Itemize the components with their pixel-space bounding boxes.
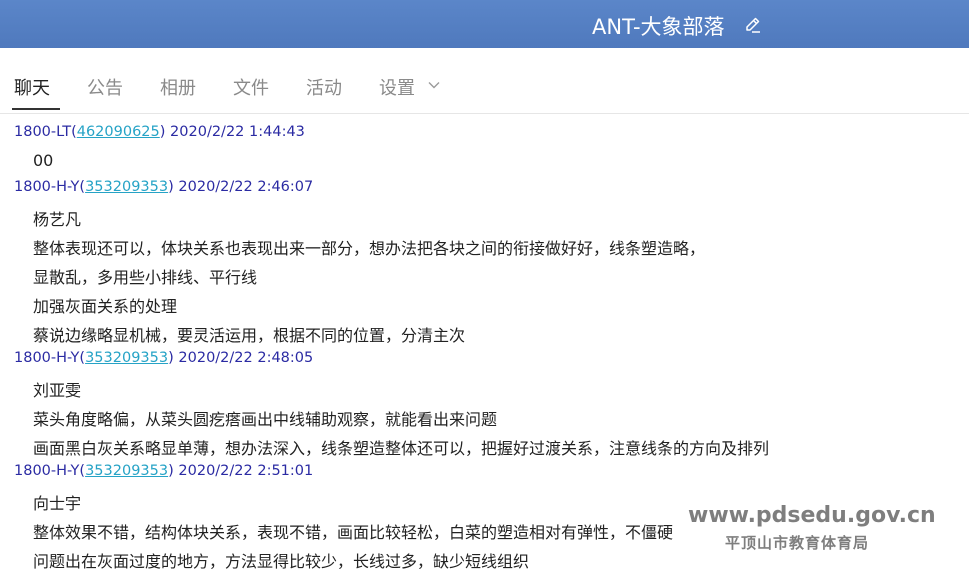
message-time: 2020/2/22 1:44:43	[170, 124, 305, 140]
sender-close-paren: )	[159, 124, 166, 140]
tab-announcements[interactable]: 公告	[87, 74, 123, 100]
sender-qq-link[interactable]: 353209353	[85, 179, 168, 195]
message-time: 2020/2/22 2:48:05	[178, 350, 314, 366]
sender-close-paren: )	[168, 463, 174, 479]
sender-name: 1800-H-Y(	[14, 350, 86, 366]
message-line: 加强灰面关系的处理	[33, 297, 178, 316]
message-line: 整体表现还可以，体块关系也表现出来一部分，想办法把各块之间的衔接做好好，线条塑造…	[33, 239, 706, 258]
sender-name: 1800-H-Y(	[14, 463, 86, 479]
message-line: 画面黑白灰关系略显单薄，想办法深入，线条塑造整体还可以，把握好过渡关系，注意线条…	[33, 439, 770, 458]
message-line: 向士宇	[33, 494, 82, 513]
message-line: 刘亚雯	[33, 381, 82, 400]
message-header: 1800-H-Y(353209353) 2020/2/22 2:46:07	[14, 179, 313, 195]
message-time: 2020/2/22 2:51:01	[178, 463, 314, 479]
title-bar: ANT-大象部落	[0, 0, 969, 48]
message-line: 问题出在灰面过度的地方，方法显得比较少，长线过多，缺少短线组织	[33, 552, 530, 571]
watermark: www.pdsedu.gov.cn 平顶山市教育体育局	[688, 503, 936, 563]
tab-settings[interactable]: 设置	[379, 74, 415, 100]
tab-activities[interactable]: 活动	[306, 74, 342, 100]
sender-qq-link[interactable]: 353209353	[85, 463, 168, 479]
watermark-org: 平顶山市教育体育局	[725, 534, 870, 552]
message-header: 1800-LT(462090625) 2020/2/22 1:44:43	[14, 124, 305, 140]
active-tab-indicator	[12, 108, 60, 110]
edit-pencil-icon[interactable]	[744, 16, 762, 34]
watermark-url: www.pdsedu.gov.cn	[688, 503, 936, 528]
tab-chat[interactable]: 聊天	[14, 74, 50, 100]
sender-close-paren: )	[168, 350, 174, 366]
sender-name: 1800-H-Y(	[14, 179, 86, 195]
message-header: 1800-H-Y(353209353) 2020/2/22 2:51:01	[14, 463, 313, 479]
message-time: 2020/2/22 2:46:07	[178, 179, 314, 195]
message-header: 1800-H-Y(353209353) 2020/2/22 2:48:05	[14, 350, 313, 366]
group-title: ANT-大象部落	[592, 15, 725, 39]
message-line: 00	[33, 151, 54, 170]
sender-close-paren: )	[168, 179, 174, 195]
sender-name: 1800-LT(	[14, 124, 77, 140]
message-line: 整体效果不错，结构体块关系，表现不错，画面比较轻松，白菜的塑造相对有弹性，不僵硬	[33, 523, 674, 542]
chevron-down-icon[interactable]	[428, 80, 440, 90]
tab-album[interactable]: 相册	[160, 74, 196, 100]
tab-bar: 聊天 公告 相册 文件 活动 设置	[0, 48, 969, 114]
message-line: 显散乱，多用些小排线、平行线	[33, 268, 258, 287]
message-line: 蔡说边缘略显机械，要灵活运用，根据不同的位置，分清主次	[33, 326, 466, 345]
message-line: 菜头角度略偏，从菜头圆疙瘩画出中线辅助观察，就能看出来问题	[33, 410, 498, 429]
sender-qq-link[interactable]: 462090625	[77, 124, 160, 140]
message-line: 杨艺凡	[33, 210, 82, 229]
sender-qq-link[interactable]: 353209353	[85, 350, 168, 366]
tab-files[interactable]: 文件	[233, 74, 269, 100]
